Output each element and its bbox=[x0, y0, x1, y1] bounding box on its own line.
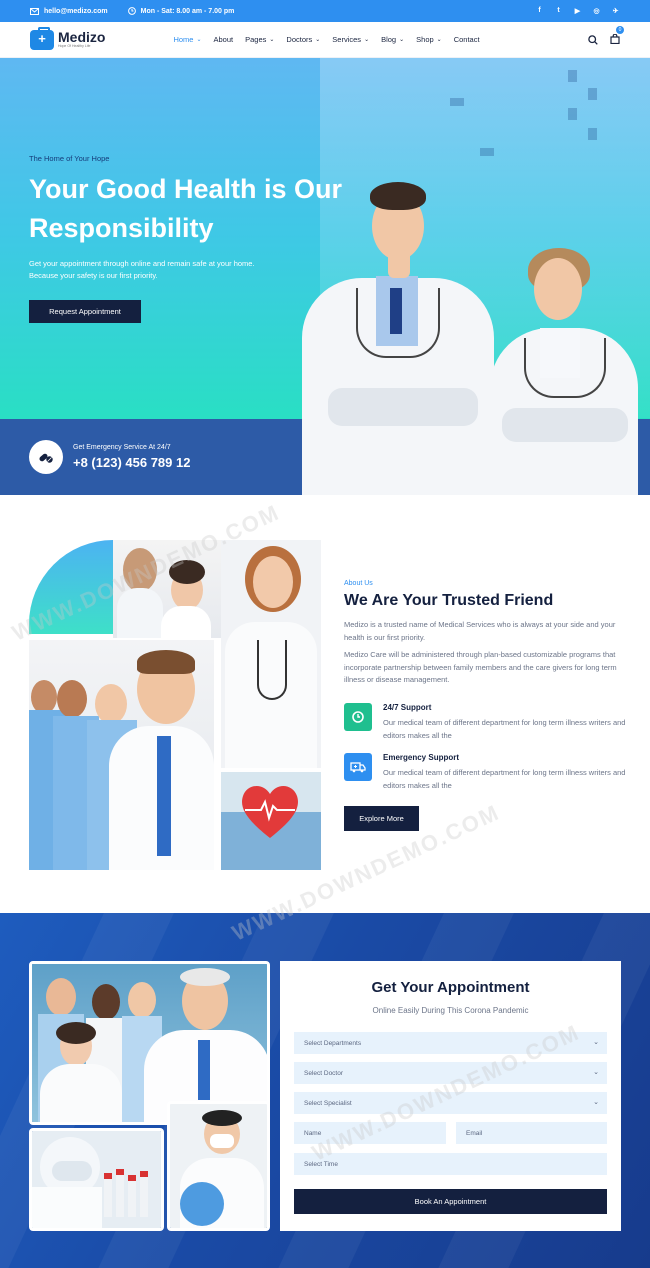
email-info[interactable]: hello@medizo.com bbox=[30, 7, 108, 15]
email-text: hello@medizo.com bbox=[44, 7, 108, 15]
social-links: f t ▶ ◎ ✈ bbox=[535, 7, 620, 15]
heart-hands-photo bbox=[221, 772, 321, 870]
nav-doctors[interactable]: Doctors ⌄ bbox=[286, 35, 320, 44]
hero-description: Get your appointment through online and … bbox=[29, 259, 255, 280]
feature-title: Emergency Support bbox=[383, 753, 460, 762]
form-subtitle: Online Easily During This Corona Pandemi… bbox=[372, 1006, 529, 1015]
feature-text: Our medical team of different department… bbox=[383, 768, 626, 790]
cart-count-badge: 0 bbox=[616, 25, 624, 34]
name-input[interactable]: Name bbox=[294, 1122, 446, 1144]
chevron-down-icon: ⌄ bbox=[196, 37, 202, 43]
twitter-icon[interactable]: t bbox=[554, 7, 563, 15]
feature-title: 24/7 Support bbox=[383, 703, 432, 712]
mail-icon bbox=[30, 7, 39, 15]
hours-info: Mon - Sat: 8.00 am - 7.00 pm bbox=[127, 7, 235, 15]
form-title: Get Your Appointment bbox=[371, 979, 530, 996]
appointment-image-collage bbox=[29, 961, 270, 1231]
emergency-label: Get Emergency Service At 24/7 bbox=[73, 444, 171, 451]
lab-test-photo bbox=[29, 1128, 164, 1231]
nav-about[interactable]: About bbox=[214, 35, 234, 44]
masked-doctor-photo bbox=[167, 1101, 270, 1231]
support-icon bbox=[344, 703, 372, 731]
nav-contact[interactable]: Contact bbox=[454, 35, 480, 44]
main-header: Medizo Hope Of Healthy Life Home⌄ About … bbox=[0, 22, 650, 58]
chevron-down-icon: ⌄ bbox=[436, 37, 442, 43]
emergency-contact[interactable]: Get Emergency Service At 24/7 +8 (123) 4… bbox=[29, 440, 190, 474]
search-icon[interactable] bbox=[588, 34, 598, 45]
about-paragraph-1: Medizo is a trusted name of Medical Serv… bbox=[344, 620, 616, 642]
about-image-collage bbox=[29, 540, 321, 870]
main-nav: Home ⌄ About Pages ⌄ Doctors ⌄ Services ⌄ Bl… bbox=[173, 35, 491, 44]
youtube-icon[interactable]: ▶ bbox=[573, 7, 582, 15]
emergency-phone[interactable]: +8 (123) 456 789 12 bbox=[73, 455, 190, 470]
medical-bag-icon bbox=[30, 26, 54, 50]
emergency-icon-badge bbox=[29, 440, 63, 474]
doctor-select[interactable]: Select Doctor ⌄ bbox=[294, 1062, 607, 1084]
quarter-circle-decoration bbox=[29, 540, 113, 634]
instagram-icon[interactable]: ◎ bbox=[592, 7, 601, 15]
chevron-down-icon: ⌄ bbox=[364, 37, 370, 43]
shopping-bag-icon bbox=[610, 33, 620, 44]
request-appointment-button[interactable]: Request Appointment bbox=[29, 300, 141, 323]
chevron-down-icon: ⌄ bbox=[593, 1069, 599, 1076]
hours-text: Mon - Sat: 8.00 am - 7.00 pm bbox=[140, 7, 235, 15]
female-doctor-image bbox=[488, 248, 640, 495]
nav-shop[interactable]: Shop ⌄ bbox=[416, 35, 442, 44]
chevron-down-icon: ⌄ bbox=[593, 1039, 599, 1046]
heart-icon bbox=[242, 785, 298, 838]
specialist-select[interactable]: Select Specialist ⌄ bbox=[294, 1092, 607, 1114]
ambulance-icon bbox=[344, 753, 372, 781]
about-tag: About Us bbox=[344, 580, 373, 587]
facebook-icon[interactable]: f bbox=[535, 7, 544, 15]
nav-blog[interactable]: Blog ⌄ bbox=[381, 35, 404, 44]
brand-name: Medizo bbox=[58, 29, 106, 45]
nav-home[interactable]: Home ⌄ bbox=[173, 35, 201, 44]
email-input[interactable]: Email bbox=[456, 1122, 607, 1144]
chevron-down-icon: ⌄ bbox=[269, 37, 275, 43]
feature-emergency-support: Emergency Support Our medical team of di… bbox=[344, 753, 633, 792]
telegram-icon[interactable]: ✈ bbox=[611, 7, 620, 15]
top-bar: hello@medizo.com Mon - Sat: 8.00 am - 7.… bbox=[0, 0, 650, 22]
about-paragraph-2: Medizo Care will be administered through… bbox=[344, 650, 617, 684]
nav-pages[interactable]: Pages ⌄ bbox=[245, 35, 274, 44]
book-appointment-button[interactable]: Book An Appointment bbox=[294, 1189, 607, 1214]
feature-text: Our medical team of different department… bbox=[383, 718, 626, 740]
feature-24-7-support: 24/7 Support Our medical team of differe… bbox=[344, 703, 633, 742]
nav-services[interactable]: Services ⌄ bbox=[332, 35, 369, 44]
hero-section: The Home of Your Hope Your Good Health i… bbox=[0, 58, 650, 495]
hero-tagline: The Home of Your Hope bbox=[29, 154, 110, 163]
time-select[interactable]: Select Time bbox=[294, 1153, 607, 1175]
appointment-form: Get Your Appointment Online Easily Durin… bbox=[280, 961, 621, 1231]
about-title: We Are Your Trusted Friend bbox=[344, 592, 554, 609]
pills-icon bbox=[39, 453, 53, 463]
chevron-down-icon: ⌄ bbox=[399, 37, 405, 43]
chevron-down-icon: ⌄ bbox=[593, 1099, 599, 1106]
chevron-down-icon: ⌄ bbox=[315, 37, 321, 43]
cart-button[interactable]: 0 bbox=[610, 25, 624, 49]
logo[interactable]: Medizo Hope Of Healthy Life bbox=[30, 26, 106, 50]
explore-more-button[interactable]: Explore More bbox=[344, 806, 419, 831]
medical-team-photo bbox=[29, 640, 214, 870]
clock-icon bbox=[127, 7, 136, 15]
hero-title: Your Good Health is Our Responsibility bbox=[29, 174, 343, 243]
department-select[interactable]: Select Departments ⌄ bbox=[294, 1032, 607, 1054]
female-doctor-photo bbox=[221, 540, 321, 768]
